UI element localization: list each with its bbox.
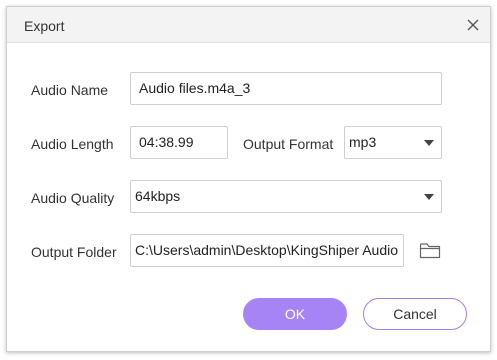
chevron-down-icon (424, 194, 434, 200)
output-format-label: Output Format (243, 136, 334, 152)
audio-name-label: Audio Name (31, 82, 109, 98)
chevron-down-icon (424, 140, 434, 146)
audio-length-input[interactable]: 04:38.99 (130, 126, 228, 159)
output-folder-input[interactable]: C:\Users\admin\Desktop\KingShiper Audio (130, 234, 404, 267)
output-format-value: mp3 (349, 134, 377, 150)
audio-quality-label: Audio Quality (31, 190, 115, 206)
audio-quality-value: 64kbps (135, 188, 181, 204)
folder-icon[interactable] (419, 240, 441, 260)
audio-name-input[interactable]: Audio files.m4a_3 (130, 72, 442, 105)
audio-quality-select[interactable]: 64kbps (130, 180, 442, 213)
output-folder-label: Output Folder (31, 244, 117, 260)
audio-length-label: Audio Length (31, 136, 114, 152)
dialog-titlebar: Export (7, 7, 490, 43)
output-format-select[interactable]: mp3 (344, 126, 442, 159)
dialog-title: Export (24, 18, 65, 34)
close-icon[interactable] (466, 18, 480, 32)
ok-button[interactable]: OK (243, 298, 347, 330)
cancel-button[interactable]: Cancel (363, 298, 467, 330)
export-dialog: Export Audio Name Audio files.m4a_3 Audi… (6, 6, 491, 352)
